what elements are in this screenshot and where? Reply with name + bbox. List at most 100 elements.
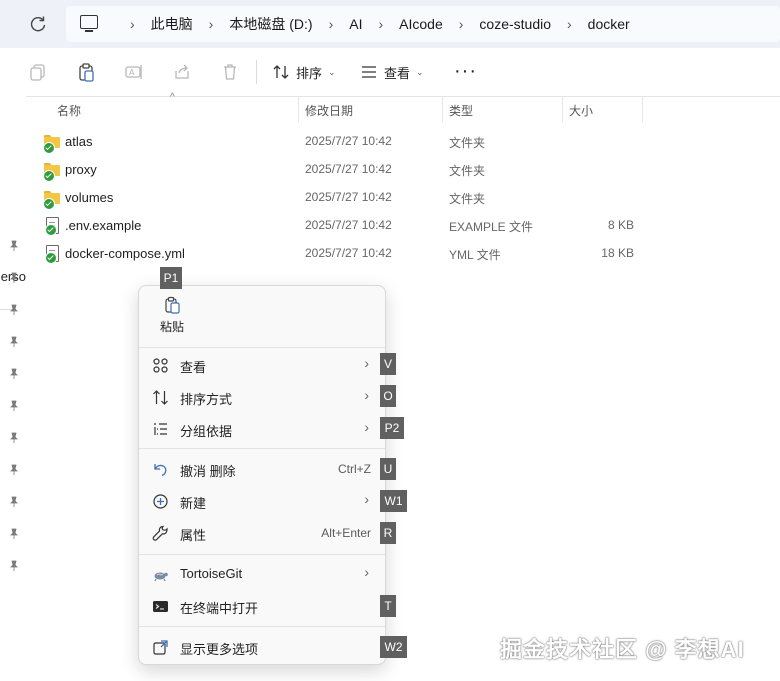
breadcrumb-item[interactable]: coze-studio <box>479 16 551 32</box>
keytip-badge: P2 <box>380 417 404 439</box>
pin-icon <box>10 240 18 251</box>
pin-icon <box>10 432 18 443</box>
view-button[interactable]: 查看 ⌄ <box>360 62 424 82</box>
menu-item-group-by[interactable]: 分组依据 › <box>139 414 385 444</box>
folder-icon <box>43 133 60 154</box>
menu-item-label: 排序方式 <box>180 392 233 407</box>
delete-icon[interactable] <box>220 62 240 82</box>
keytip-badge: U <box>380 458 396 480</box>
pin-icon <box>10 400 18 411</box>
file-icon <box>44 217 60 236</box>
menu-item-view[interactable]: 查看 › <box>139 350 385 380</box>
rename-icon[interactable]: A <box>124 62 144 82</box>
breadcrumb-item[interactable]: AI <box>349 16 362 32</box>
menu-item-shortcut: Alt+Enter <box>321 526 371 540</box>
breadcrumb-item[interactable]: docker <box>588 16 630 32</box>
menu-divider <box>139 626 385 627</box>
sort-icon <box>273 65 289 79</box>
menu-item-shortcut: Ctrl+Z <box>338 462 371 476</box>
breadcrumb-item[interactable]: 本地磁盘 (D:) <box>229 14 312 34</box>
address-bar[interactable]: › 此电脑 › 本地磁盘 (D:) › AI › AIcode › coze-s… <box>66 6 780 42</box>
folder-icon <box>43 189 60 210</box>
keytip-badge: R <box>380 522 396 544</box>
menu-item-tortoisegit[interactable]: TortoiseGit › <box>139 559 385 589</box>
file-date: 2025/7/27 10:42 <box>305 162 392 176</box>
keytip-badge: O <box>380 385 396 407</box>
file-name: .env.example <box>65 218 142 233</box>
pin-icon <box>10 304 18 315</box>
menu-item-label: TortoiseGit <box>180 566 243 581</box>
file-name: docker-compose.yml <box>65 246 185 261</box>
column-header-type[interactable]: 类型 <box>449 102 473 119</box>
file-row[interactable]: volumes 2025/7/27 10:42 文件夹 <box>40 183 660 211</box>
file-type: 文件夹 <box>449 164 486 178</box>
menu-item-label: 撤消 删除 <box>180 464 236 479</box>
context-menu: 粘贴 查看 › 排序方式 › 分组依据 › 撤消 删除 Ctrl+Z 新建 › … <box>138 285 386 665</box>
list-view-icon <box>362 66 376 78</box>
menu-item-label: 分组依据 <box>180 424 233 439</box>
share-icon[interactable] <box>172 62 192 82</box>
breadcrumb-item[interactable]: 此电脑 <box>151 14 193 34</box>
chevron-right-icon[interactable]: › <box>378 16 383 32</box>
menu-item-label: 属性 <box>180 528 207 543</box>
file-name: atlas <box>65 134 93 149</box>
column-divider[interactable] <box>642 96 643 122</box>
group-by-icon <box>154 423 167 435</box>
keytip-badge: T <box>380 595 396 617</box>
breadcrumb-item[interactable]: AIcode <box>399 16 443 32</box>
file-row[interactable]: .env.example 2025/7/27 10:42 EXAMPLE 文件 … <box>40 211 660 239</box>
column-header-name[interactable]: 名称 <box>57 102 81 119</box>
file-row[interactable]: docker-compose.yml 2025/7/27 10:42 YML 文… <box>40 239 660 267</box>
menu-item-label: 在终端中打开 <box>180 601 259 616</box>
pin-icon <box>10 496 18 507</box>
file-type: 文件夹 <box>449 136 486 150</box>
menu-item-new[interactable]: 新建 › <box>139 486 385 516</box>
menu-item-open-terminal[interactable]: 在终端中打开 <box>139 591 385 621</box>
chevron-right-icon: › <box>364 355 369 371</box>
chevron-right-icon[interactable]: › <box>209 16 214 32</box>
menu-item-undo[interactable]: 撤消 删除 Ctrl+Z <box>139 454 385 484</box>
menu-item-label: 查看 <box>180 360 207 375</box>
folder-icon <box>43 161 60 182</box>
menu-divider <box>139 347 385 348</box>
watermark: 掘金技术社区 @ 李想AI <box>500 637 745 662</box>
chevron-right-icon[interactable]: › <box>567 16 572 32</box>
more-options-icon <box>153 640 168 655</box>
svg-text:A: A <box>129 68 135 77</box>
file-icon <box>44 245 60 264</box>
menu-item-show-more-options[interactable]: 显示更多选项 <box>139 632 385 662</box>
menu-divider <box>139 554 385 555</box>
toolbar-divider <box>256 60 257 84</box>
chevron-right-icon: › <box>364 491 369 507</box>
sort-button[interactable]: 排序 ⌄ <box>272 62 336 82</box>
command-bar: A 排序 ⌄ 查看 ⌄ ··· <box>0 48 780 97</box>
column-divider[interactable] <box>298 96 299 122</box>
copy-icon[interactable] <box>28 62 48 82</box>
paste-icon[interactable] <box>76 62 96 82</box>
chevron-right-icon[interactable]: › <box>459 16 464 32</box>
wrench-icon <box>152 525 168 541</box>
chevron-right-icon[interactable]: › <box>130 16 135 32</box>
menu-item-sort-by[interactable]: 排序方式 › <box>139 382 385 412</box>
keytip-badge: W2 <box>380 636 407 658</box>
file-size: 8 KB <box>607 218 634 232</box>
refresh-icon[interactable] <box>26 12 50 36</box>
column-divider[interactable] <box>562 96 563 122</box>
column-divider[interactable] <box>442 96 443 122</box>
view-label: 查看 <box>384 65 411 81</box>
file-row[interactable]: proxy 2025/7/27 10:42 文件夹 <box>40 155 660 183</box>
pin-icon <box>10 464 18 475</box>
keytip-badge: V <box>380 353 396 375</box>
chevron-right-icon[interactable]: › <box>329 16 334 32</box>
grid-view-icon <box>153 358 168 373</box>
address-bar-area: › 此电脑 › 本地磁盘 (D:) › AI › AIcode › coze-s… <box>0 0 780 48</box>
paste-button[interactable]: 粘贴 <box>153 296 191 335</box>
sort-icon <box>153 390 168 405</box>
more-button[interactable]: ··· <box>454 60 477 83</box>
file-row[interactable]: atlas 2025/7/27 10:42 文件夹 <box>40 127 660 155</box>
computer-icon[interactable] <box>80 15 98 32</box>
column-header-size[interactable]: 大小 <box>569 102 593 119</box>
menu-item-properties[interactable]: 属性 Alt+Enter <box>139 518 385 548</box>
column-header-date[interactable]: 修改日期 <box>305 102 353 119</box>
terminal-icon <box>153 601 168 612</box>
